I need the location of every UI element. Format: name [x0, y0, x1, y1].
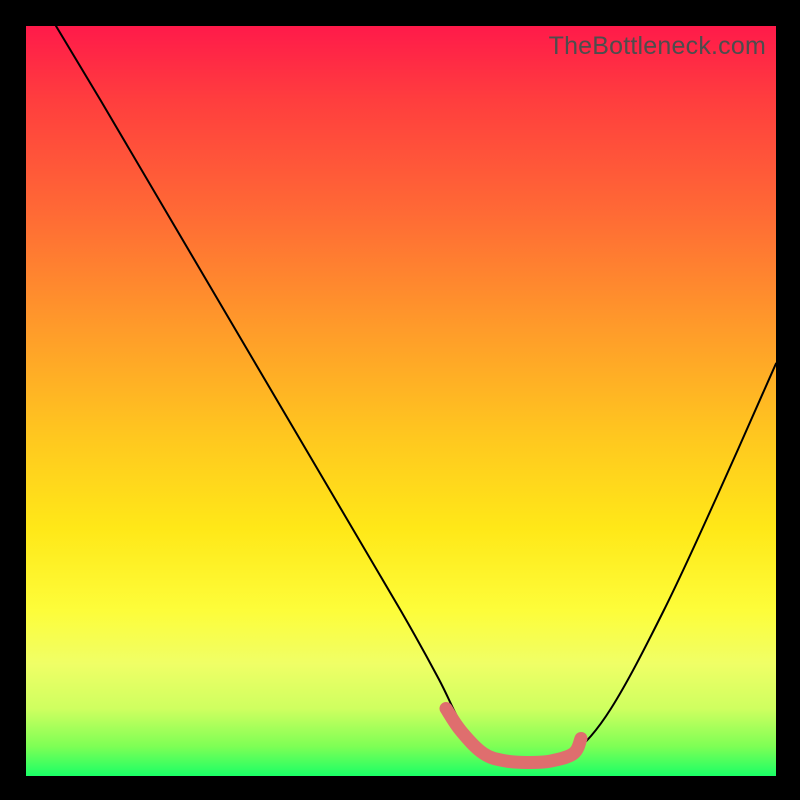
- plot-area: TheBottleneck.com: [26, 26, 776, 776]
- main-curve: [56, 26, 776, 767]
- watermark-text: TheBottleneck.com: [549, 32, 766, 61]
- highlight-band: [446, 709, 581, 763]
- curve-group: [56, 26, 776, 767]
- chart-svg: [26, 26, 776, 776]
- chart-container: TheBottleneck.com: [0, 0, 800, 800]
